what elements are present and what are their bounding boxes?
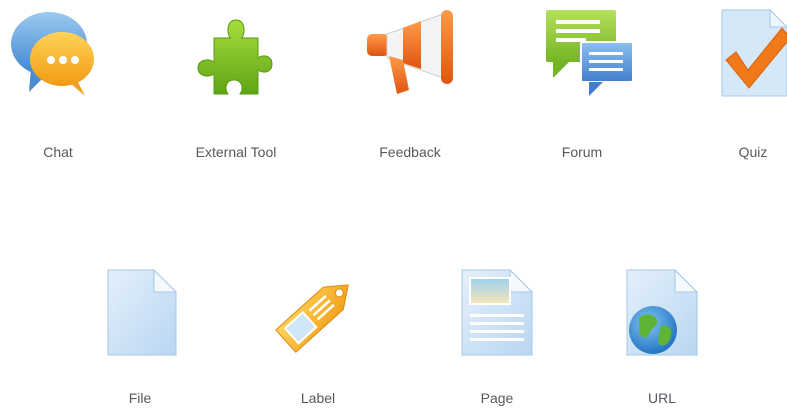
activity-file-label: File — [128, 390, 152, 406]
activity-file[interactable]: File — [90, 260, 190, 411]
activity-label-label: Label — [300, 390, 336, 406]
megaphone-icon — [367, 10, 453, 94]
activity-forum[interactable]: Forum — [525, 0, 635, 175]
activity-page[interactable]: Page — [445, 260, 545, 411]
activity-chat-label: Chat — [43, 144, 73, 160]
activity-feedback-label: Feedback — [379, 144, 441, 160]
activity-forum-label: Forum — [561, 144, 603, 160]
activity-url[interactable]: URL — [610, 260, 710, 411]
file-icon — [107, 268, 178, 356]
activity-label[interactable]: Label — [255, 260, 375, 411]
puzzle-piece-icon — [197, 19, 273, 95]
chat-bubbles-icon — [11, 12, 94, 96]
activity-page-label: Page — [480, 390, 514, 406]
activity-external-tool-label: External Tool — [195, 144, 277, 160]
activity-chat[interactable]: Chat — [0, 0, 110, 175]
activity-quiz-label: Quiz — [738, 144, 768, 160]
activity-url-label: URL — [647, 390, 677, 406]
activity-external-tool[interactable]: External Tool — [170, 0, 305, 175]
quiz-checkmark-icon — [721, 8, 787, 97]
forum-bubbles-icon — [546, 10, 634, 96]
url-globe-icon — [626, 268, 699, 356]
activity-chooser: Chat External Tool Feedback Forum Quiz F… — [0, 0, 787, 411]
activity-feedback[interactable]: Feedback — [355, 0, 465, 175]
activity-quiz[interactable]: Quiz — [700, 0, 787, 175]
page-icon — [461, 268, 534, 356]
label-tag-icon — [275, 284, 349, 353]
